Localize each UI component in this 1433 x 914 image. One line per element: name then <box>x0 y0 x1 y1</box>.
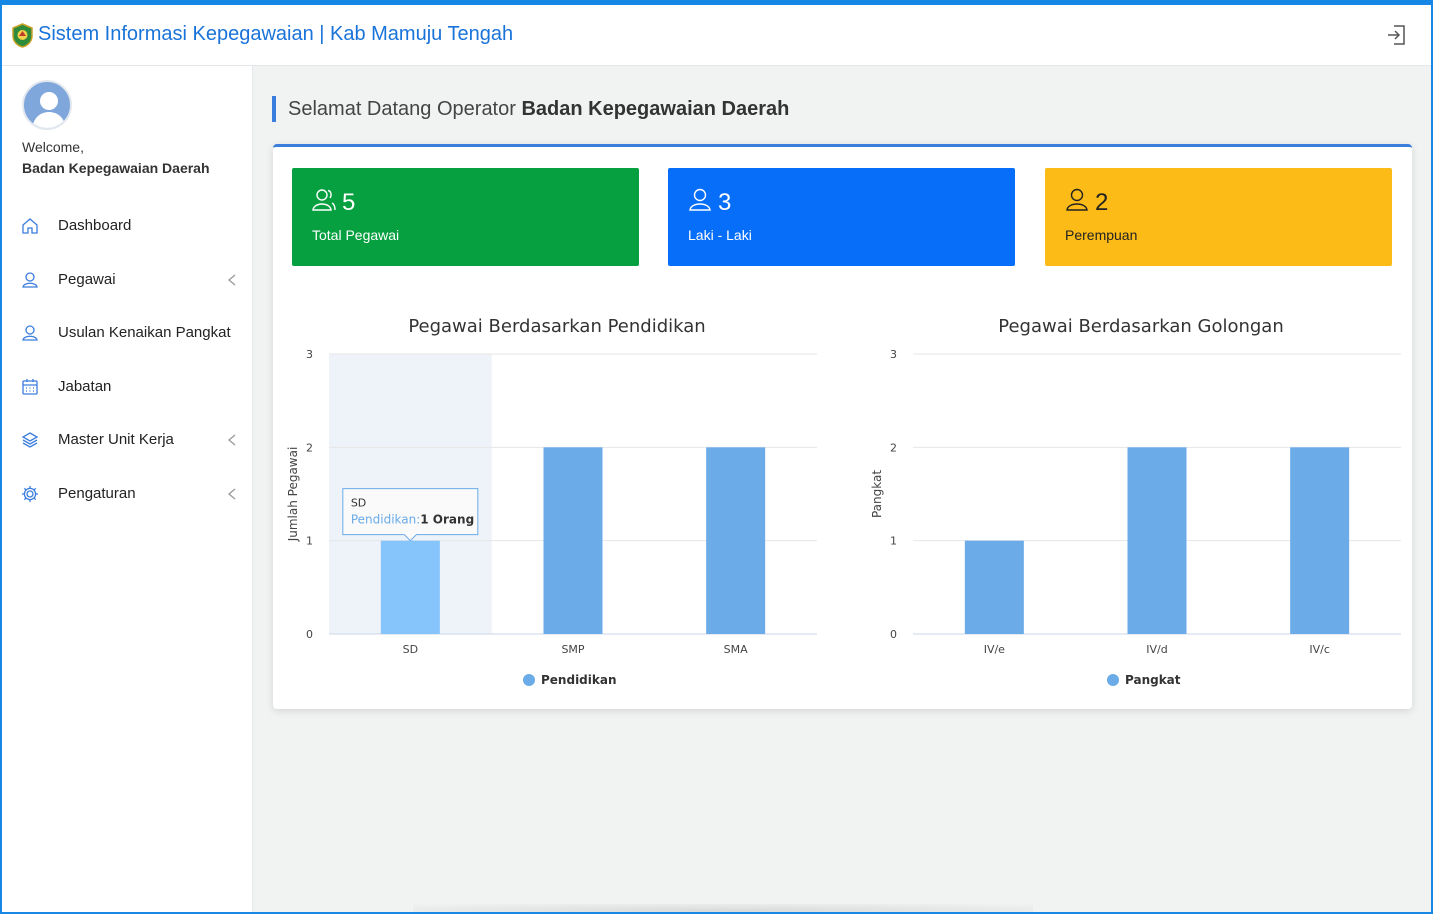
x-tick-label: IV/d <box>1146 643 1167 656</box>
y-tick-label: 1 <box>890 535 897 548</box>
stat-value: 5 <box>342 189 356 216</box>
y-tick-label: 3 <box>306 348 313 361</box>
legend-marker <box>523 674 535 686</box>
layers-icon <box>21 432 39 448</box>
sidebar-item-label: Pegawai <box>58 271 116 288</box>
x-tick-label: SMA <box>724 643 748 656</box>
page-title-prefix: Selamat Datang Operator <box>288 98 516 120</box>
legend-label: Pendidikan <box>541 673 617 687</box>
user-avatar-icon <box>32 92 66 128</box>
chart-svg: Pegawai Berdasarkan Golongan 0 1 2 3 Pangkat I… <box>870 316 1401 687</box>
app-window: Sistem Informasi Kepegawaian | Kab Mamuj… <box>0 0 1433 914</box>
app-title: Sistem Informasi Kepegawaian | Kab Mamuj… <box>38 23 514 45</box>
chart-pendidikan: Pegawai Berdasarkan Pendidikan 0 1 2 3 Jumlah… <box>273 307 833 697</box>
user-icon <box>1066 188 1088 211</box>
chart-golongan: Pegawai Berdasarkan Golongan 0 1 2 3 Pangkat I… <box>857 307 1417 697</box>
sidebar-item-jabatan[interactable]: Jabatan <box>2 367 252 407</box>
stat-label: Perempuan <box>1065 227 1138 243</box>
sidebar-item-label: Usulan Kenaikan Pangkat <box>58 324 231 341</box>
chevron-left-icon <box>227 274 236 286</box>
welcome-text: Welcome, <box>22 139 84 155</box>
tooltip-category: SD <box>351 497 366 510</box>
legend-label: Pangkat <box>1125 673 1181 687</box>
x-tick-label: IV/c <box>1309 643 1330 656</box>
main-content: Selamat Datang Operator Badan Kepegawaia… <box>253 66 1431 912</box>
sidebar-item-pengaturan[interactable]: Pengaturan <box>2 474 252 514</box>
chart-tooltip: SD Pendidikan:1 Orang <box>342 488 479 542</box>
user-icon <box>689 188 711 211</box>
logout-icon[interactable] <box>1385 23 1409 47</box>
sidebar-item-label: Jabatan <box>58 378 112 395</box>
user-icon <box>22 272 38 288</box>
bar <box>706 447 766 634</box>
sidebar-item-label: Pengaturan <box>58 485 136 502</box>
y-tick-label: 1 <box>306 535 313 548</box>
stat-label: Total Pegawai <box>312 227 400 243</box>
title-accent-bar <box>272 96 276 122</box>
sidebar-item-usulan-kenaikan-pangkat[interactable]: Usulan Kenaikan Pangkat <box>2 313 252 353</box>
avatar <box>22 80 72 130</box>
users-icon <box>312 189 336 211</box>
calendar-icon <box>22 379 38 395</box>
y-tick-label: 0 <box>890 628 897 641</box>
bar <box>543 447 603 634</box>
chart-title: Pegawai Berdasarkan Golongan <box>998 316 1284 337</box>
page-title: Selamat Datang Operator Badan Kepegawaia… <box>288 98 789 121</box>
stat-perempuan: 2 Perempuan <box>1045 168 1392 266</box>
page-title-name: Badan Kepegawaian Daerah <box>521 98 790 120</box>
y-tick-label: 2 <box>890 441 897 454</box>
stat-laki-laki: 3 Laki - Laki <box>668 168 1015 266</box>
logo-icon <box>12 23 33 48</box>
shadow-decoration <box>413 904 1033 912</box>
stat-total-pegawai: 5 Total Pegawai <box>292 168 639 266</box>
chart-svg: Pegawai Berdasarkan Pendidikan 0 1 2 3 Jumlah… <box>286 316 817 687</box>
home-icon <box>22 218 38 234</box>
y-axis-label: Jumlah Pegawai <box>286 447 300 543</box>
sidebar-item-master-unit-kerja[interactable]: Master Unit Kerja <box>2 420 252 460</box>
sidebar-item-dashboard[interactable]: Dashboard <box>2 206 252 246</box>
user-name: Badan Kepegawaian Daerah <box>22 160 210 176</box>
y-tick-label: 0 <box>306 628 313 641</box>
top-navbar: Sistem Informasi Kepegawaian | Kab Mamuj… <box>2 5 1431 66</box>
bar <box>964 540 1024 634</box>
x-tick-label: IV/e <box>984 643 1005 656</box>
dashboard-card: 5 Total Pegawai 3 Laki - Laki 2 Perempua… <box>273 144 1412 709</box>
y-axis-label: Pangkat <box>870 470 884 518</box>
stat-value: 2 <box>1095 189 1109 216</box>
chevron-left-icon <box>227 488 236 500</box>
x-tick-label: SD <box>403 643 418 656</box>
y-tick-label: 3 <box>890 348 897 361</box>
tooltip-series-label: Pendidikan: <box>351 513 420 527</box>
chevron-left-icon <box>227 434 236 446</box>
stat-label: Laki - Laki <box>688 227 752 243</box>
y-tick-label: 2 <box>306 441 313 454</box>
gear-icon <box>22 486 38 502</box>
x-tick-label: SMP <box>561 643 584 656</box>
sidebar: Welcome, Badan Kepegawaian Daerah Dashbo… <box>2 66 253 912</box>
chart-title: Pegawai Berdasarkan Pendidikan <box>408 316 705 337</box>
tooltip-value: Pendidikan:1 Orang <box>351 513 474 527</box>
bar <box>1290 447 1350 634</box>
legend-marker <box>1107 674 1119 686</box>
bar <box>1127 447 1187 634</box>
sidebar-item-pegawai[interactable]: Pegawai <box>2 260 252 300</box>
sidebar-item-label: Dashboard <box>58 217 132 234</box>
bar <box>380 540 440 634</box>
stat-value: 3 <box>718 189 732 216</box>
user-icon <box>22 325 38 341</box>
sidebar-item-label: Master Unit Kerja <box>58 431 174 448</box>
tooltip-value-text: 1 Orang <box>420 513 474 527</box>
